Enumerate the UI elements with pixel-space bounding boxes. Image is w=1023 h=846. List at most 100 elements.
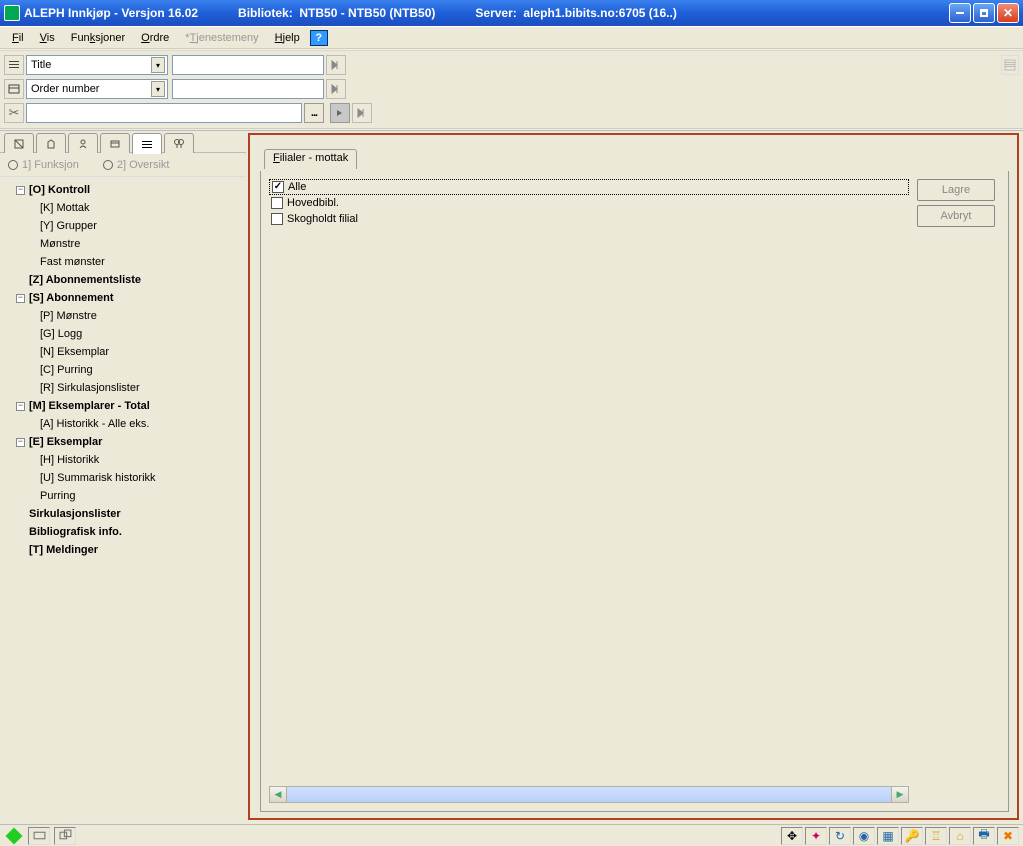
tree-item[interactable]: −[E] Eksemplar xyxy=(0,433,246,451)
tree-label: [O] Kontroll xyxy=(29,184,90,196)
left-tab-4[interactable] xyxy=(100,133,130,153)
menu-tjenestemeny[interactable]: *Tjenestemeny xyxy=(177,30,266,46)
tree-item[interactable]: −[M] Eksemplarer - Total xyxy=(0,397,246,415)
search-go-2[interactable] xyxy=(326,79,346,99)
menu-ordre[interactable]: Ordre xyxy=(133,30,177,46)
tree-collapse-icon[interactable]: − xyxy=(16,402,25,411)
tree-label: [C] Purring xyxy=(40,364,93,376)
tab-filialer-mottak[interactable]: Filialer - mottak xyxy=(264,149,357,169)
search-field-1-select[interactable]: Title ▾ xyxy=(26,55,168,75)
menu-vis[interactable]: Vis xyxy=(32,30,63,46)
search-input-2[interactable] xyxy=(172,79,324,99)
tree-label: [U] Summarisk historikk xyxy=(40,472,156,484)
tree-item[interactable]: Bibliografisk info. xyxy=(0,523,246,541)
tree-item[interactable]: [N] Eksemplar xyxy=(0,343,246,361)
tree-label: [T] Meldinger xyxy=(29,544,98,556)
left-tab-5-active[interactable] xyxy=(132,133,162,154)
tree-item[interactable]: [T] Meldinger xyxy=(0,541,246,559)
scroll-left-icon[interactable]: ◀ xyxy=(270,787,287,802)
checkbox-icon[interactable] xyxy=(271,197,283,209)
checklist-item[interactable]: Alle xyxy=(269,179,909,195)
tree-item[interactable]: Purring xyxy=(0,487,246,505)
left-tab-6[interactable] xyxy=(164,133,194,153)
checklist-label: Alle xyxy=(288,181,306,193)
tree-item[interactable]: [R] Sirkulasjonslister xyxy=(0,379,246,397)
left-tab-3[interactable] xyxy=(68,133,98,153)
tree-item[interactable]: Fast mønster xyxy=(0,253,246,271)
scissors-icon[interactable]: ✂ xyxy=(4,103,24,123)
tree-item[interactable]: Sirkulasjonslister xyxy=(0,505,246,523)
tree-label: [Z] Abonnementsliste xyxy=(29,274,141,286)
tree-label: [Y] Grupper xyxy=(40,220,97,232)
search-go-1[interactable] xyxy=(326,55,346,75)
minimize-button[interactable] xyxy=(949,3,971,23)
menu-funksjoner[interactable]: Funksjoner xyxy=(63,30,133,46)
browse-dots-button[interactable]: ... xyxy=(304,103,324,123)
toolbar-end-btn-1[interactable] xyxy=(1001,55,1019,75)
radio-funksjon[interactable]: 1] Funksjon xyxy=(8,159,79,171)
close-button[interactable]: ✕ xyxy=(997,3,1019,23)
search-input-3[interactable] xyxy=(26,103,302,123)
tree-label: [E] Eksemplar xyxy=(29,436,102,448)
tree-item[interactable]: [G] Logg xyxy=(0,325,246,343)
tree-item[interactable]: Mønstre xyxy=(0,235,246,253)
grey-go-button[interactable] xyxy=(330,103,350,123)
radio-row: 1] Funksjon 2] Oversikt xyxy=(0,153,246,177)
tree-item[interactable]: [Y] Grupper xyxy=(0,217,246,235)
checklist-label: Hovedbibl. xyxy=(287,197,339,209)
tree-item[interactable]: [U] Summarisk historikk xyxy=(0,469,246,487)
tree-item[interactable]: [C] Purring xyxy=(0,361,246,379)
tree-label: [M] Eksemplarer - Total xyxy=(29,400,150,412)
dropdown-icon: ▾ xyxy=(151,57,165,73)
list-icon[interactable] xyxy=(4,55,24,75)
tree-item[interactable]: [A] Historikk - Alle eks. xyxy=(0,415,246,433)
tree-label: [G] Logg xyxy=(40,328,82,340)
checkbox-icon[interactable] xyxy=(272,181,284,193)
tree-label: Fast mønster xyxy=(40,256,105,268)
title-app: ALEPH Innkjøp - Versjon 16.02 xyxy=(24,6,198,20)
left-pane: 1] Funksjon 2] Oversikt −[O] Kontroll[K]… xyxy=(0,131,246,824)
radio-oversikt[interactable]: 2] Oversikt xyxy=(103,159,170,171)
tree-item[interactable]: −[S] Abonnement xyxy=(0,289,246,307)
horizontal-scrollbar[interactable]: ◀ ▶ xyxy=(269,786,909,803)
tree-item[interactable]: [H] Historikk xyxy=(0,451,246,469)
tree-label: [A] Historikk - Alle eks. xyxy=(40,418,149,430)
tree-label: Bibliografisk info. xyxy=(29,526,122,538)
tree-item[interactable]: [P] Mønstre xyxy=(0,307,246,325)
tree-label: [K] Mottak xyxy=(40,202,90,214)
tree-collapse-icon[interactable]: − xyxy=(16,294,25,303)
tree-label: [H] Historikk xyxy=(40,454,99,466)
checklist-item[interactable]: Skogholdt filial xyxy=(269,211,909,227)
left-tab-1[interactable] xyxy=(4,133,34,153)
maximize-button[interactable] xyxy=(973,3,995,23)
dropdown-icon: ▾ xyxy=(151,81,165,97)
checkbox-icon[interactable] xyxy=(271,213,283,225)
status-bar: ✥ ✦ ↻ ◉ ▦ 🔑 ♖ ⌂ 🖶 ✖ xyxy=(0,824,1023,846)
search-go-3[interactable] xyxy=(352,103,372,123)
checklist-label: Skogholdt filial xyxy=(287,213,358,225)
save-button[interactable]: Lagre xyxy=(917,179,995,201)
tree-item[interactable]: −[O] Kontroll xyxy=(0,181,246,199)
window-titlebar: ALEPH Innkjøp - Versjon 16.02 Bibliotek:… xyxy=(0,0,1023,26)
menu-hjelp[interactable]: Hjelp xyxy=(267,30,308,46)
tree-item[interactable]: [K] Mottak xyxy=(0,199,246,217)
status-diamond-icon xyxy=(6,827,23,844)
search-field-2-label: Order number xyxy=(31,83,99,95)
tree-label: Mønstre xyxy=(40,238,80,250)
checklist-item[interactable]: Hovedbibl. xyxy=(269,195,909,211)
title-library: Bibliotek: NTB50 - NTB50 (NTB50) xyxy=(238,6,435,20)
help-icon[interactable]: ? xyxy=(310,30,328,46)
search-input-1[interactable] xyxy=(172,55,324,75)
tree-item[interactable]: [Z] Abonnementsliste xyxy=(0,271,246,289)
branch-checklist: Alle Hovedbibl. Skogholdt filial xyxy=(269,179,909,786)
cancel-button[interactable]: Avbryt xyxy=(917,205,995,227)
tree-label: [S] Abonnement xyxy=(29,292,114,304)
scroll-right-icon[interactable]: ▶ xyxy=(891,787,908,802)
left-tab-2[interactable] xyxy=(36,133,66,153)
card-icon[interactable] xyxy=(4,79,24,99)
right-pane: Filialer - mottak Alle Hovedbibl. Skoghold… xyxy=(246,131,1023,824)
tree-collapse-icon[interactable]: − xyxy=(16,186,25,195)
menu-fil[interactable]: Fil xyxy=(4,30,32,46)
tree-collapse-icon[interactable]: − xyxy=(16,438,25,447)
search-field-2-select[interactable]: Order number ▾ xyxy=(26,79,168,99)
